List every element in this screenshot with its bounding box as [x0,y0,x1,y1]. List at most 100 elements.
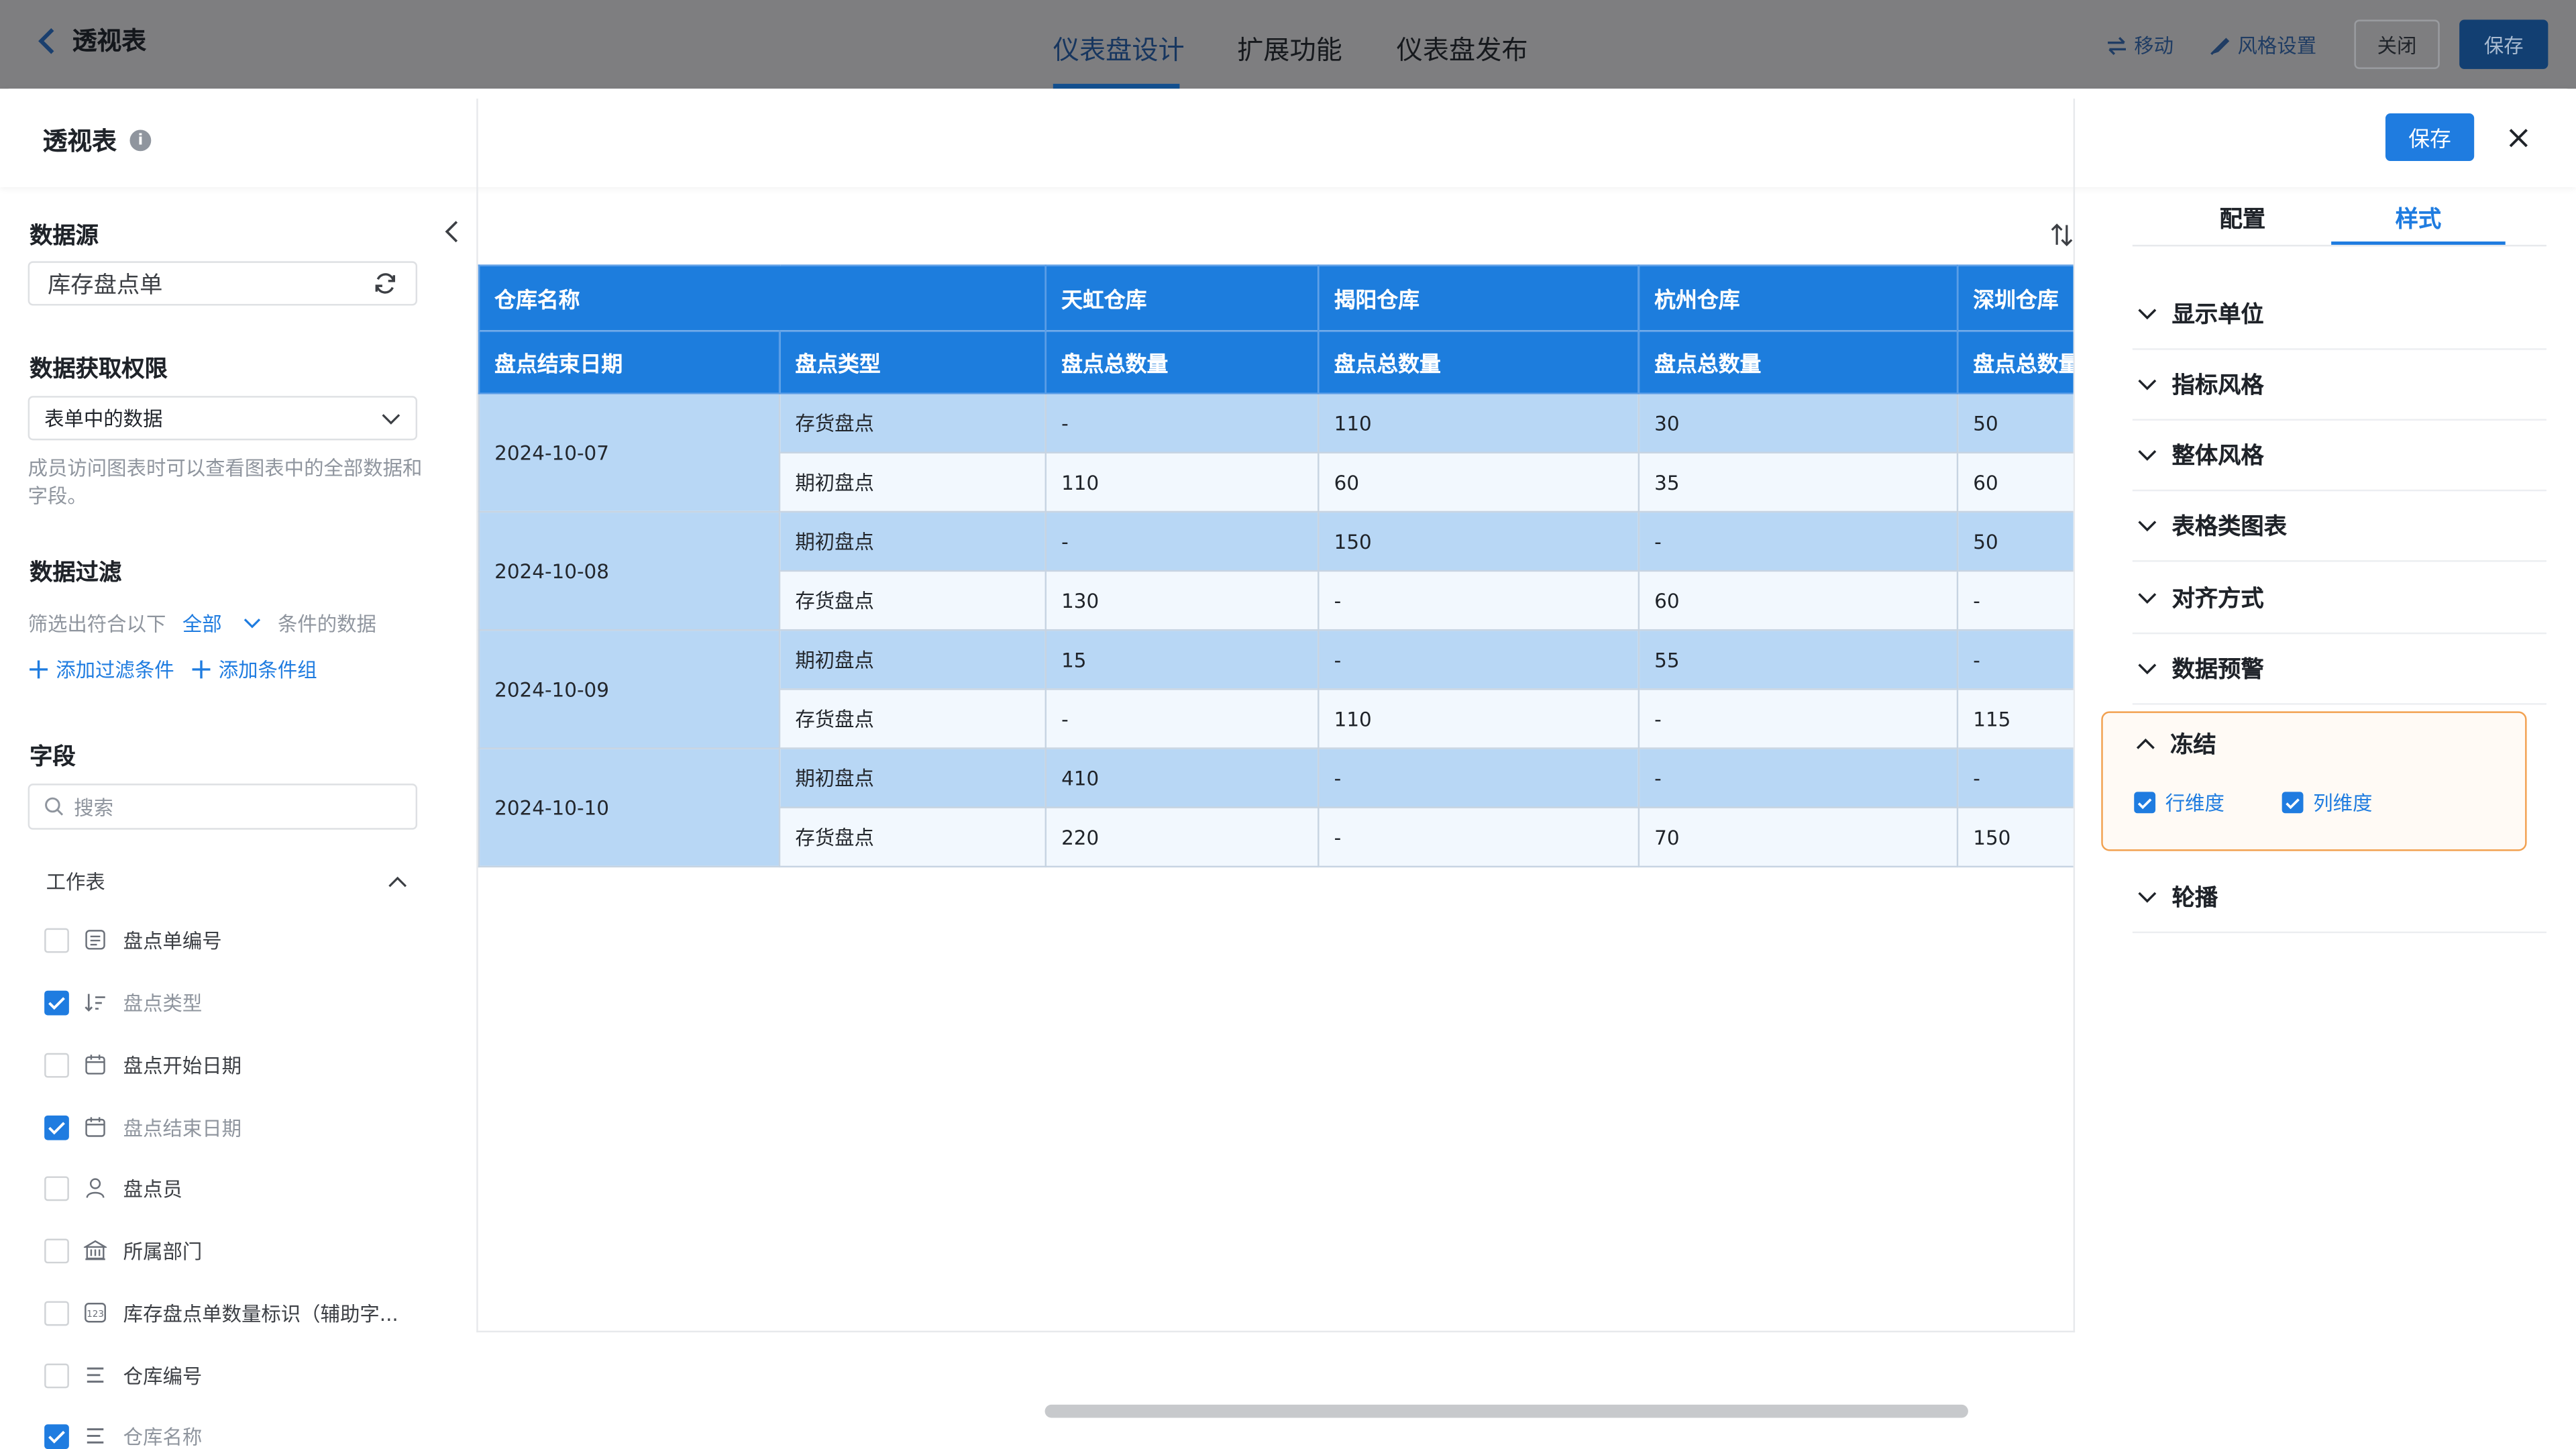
row-dimension-header[interactable]: 盘点类型 [778,330,1047,394]
freeze-header[interactable]: 冻结 [2136,728,2216,761]
horizontal-scrollbar[interactable] [1044,1404,1968,1418]
save-button[interactable]: 保存 [2385,113,2475,162]
field-checkbox[interactable] [44,1362,69,1388]
value-cell: 150 [1956,806,2074,868]
style-settings-button[interactable]: 风格设置 [2210,32,2316,60]
add-filter-row: 添加过滤条件 添加条件组 [28,655,317,684]
save-dashboard-button[interactable]: 保存 [2459,19,2548,69]
section-display-unit[interactable]: 显示单位 [2132,279,2546,350]
field-item[interactable]: 盘点类型 [44,987,202,1017]
chevron-down-icon [2138,450,2157,461]
field-item[interactable]: 仓库编号 [44,1360,202,1390]
close-icon[interactable] [2502,121,2535,154]
field-checkbox[interactable] [44,1238,69,1263]
field-item[interactable]: 所属部门 [44,1236,202,1265]
permission-value: 表单中的数据 [44,407,163,431]
fields-title: 字段 [30,744,76,771]
field-label: 仓库名称 [123,1425,203,1448]
value-cell: - [1638,747,1959,808]
value-cell: - [1318,747,1640,808]
value-cell: 130 [1044,570,1320,631]
date-cell: 2024-10-10 [478,747,781,868]
check-icon [48,1430,65,1443]
datasource-select[interactable]: 库存盘点单 [28,261,418,306]
lines-icon [84,1424,107,1447]
active-tab-indicator [1053,83,1180,89]
top-navigation-bar: 透视表 仪表盘设计 扩展功能 仪表盘发布 移动 风格设置 关闭 保存 [0,0,2576,89]
tab-extensions[interactable]: 扩展功能 [1237,28,1342,68]
field-checkbox[interactable] [44,927,69,953]
chevron-down-icon [2138,663,2157,675]
measure-header[interactable]: 盘点总数量 [1638,330,1959,394]
freeze-column-checkbox[interactable] [2282,792,2304,814]
field-checkbox[interactable] [44,1052,69,1077]
type-cell: 存货盘点 [778,392,1047,453]
field-search-input[interactable]: 搜索 [28,784,418,830]
swap-sort-icon[interactable] [2049,220,2075,250]
filter-mode-select[interactable]: 全部 [182,610,222,638]
field-checkbox-checked[interactable] [44,1114,69,1140]
add-filter-button[interactable]: 添加过滤条件 [28,655,174,684]
tab-dashboard-design[interactable]: 仪表盘设计 [1053,28,1185,68]
worksheet-group-header[interactable]: 工作表 [46,867,408,896]
user-icon [84,1176,107,1199]
field-checkbox-checked[interactable] [44,989,69,1015]
field-item[interactable]: 盘点开始日期 [44,1050,241,1079]
field-checkbox[interactable] [44,1175,69,1200]
section-table-chart[interactable]: 表格类图表 [2132,491,2546,562]
app-root: 透视表 仪表盘设计 扩展功能 仪表盘发布 移动 风格设置 关闭 保存 透视表 i… [0,0,2576,1449]
move-button[interactable]: 移动 [2106,32,2174,60]
row-dimension-header[interactable]: 盘点结束日期 [478,330,781,394]
datasource-title: 数据源 [30,223,99,250]
freeze-column-option[interactable]: 列维度 [2282,789,2372,817]
freeze-row-option[interactable]: 行维度 [2134,789,2224,817]
plus-icon [192,660,211,679]
field-checkbox-checked[interactable] [44,1424,69,1448]
measure-header[interactable]: 盘点总数量 [1044,330,1320,394]
back-label: 透视表 [72,26,146,56]
section-data-alert[interactable]: 数据预警 [2132,634,2546,705]
back-button[interactable]: 透视表 [36,23,146,57]
warehouse-header[interactable]: 天虹仓库 [1044,264,1320,332]
refresh-icon[interactable] [373,271,398,296]
value-cell: 115 [1956,688,2074,749]
field-label: 所属部门 [123,1239,203,1263]
tab-dashboard-publish[interactable]: 仪表盘发布 [1397,28,1528,68]
type-cell: 存货盘点 [778,570,1047,631]
tab-style[interactable]: 样式 [2396,202,2442,235]
chevron-down-icon[interactable] [244,618,262,629]
section-alignment[interactable]: 对齐方式 [2132,564,2546,635]
warehouse-header[interactable]: 揭阳仓库 [1318,264,1640,332]
field-item[interactable]: 仓库名称 [44,1421,202,1449]
value-cell: - [1044,688,1320,749]
pivot-table: 仓库名称 天虹仓库 揭阳仓库 杭州仓库 深圳仓库 盘点结束日期 盘点类型 盘点总… [478,264,2074,869]
close-dashboard-button[interactable]: 关闭 [2354,19,2440,69]
section-carousel[interactable]: 轮播 [2132,863,2546,934]
warehouse-header[interactable]: 深圳仓库 [1956,264,2074,332]
freeze-row-checkbox[interactable] [2134,792,2156,814]
tab-config[interactable]: 配置 [2220,202,2266,235]
chevron-down-icon [2138,309,2157,320]
permission-select[interactable]: 表单中的数据 [28,396,418,441]
measure-header[interactable]: 盘点总数量 [1318,330,1640,394]
field-item[interactable]: 盘点员 [44,1173,182,1203]
field-item[interactable]: 123 库存盘点单数量标识（辅助字... [44,1298,398,1328]
column-dimension-header[interactable]: 仓库名称 [478,264,1047,332]
section-metric-style[interactable]: 指标风格 [2132,350,2546,421]
collapse-panel-icon[interactable] [437,215,466,248]
field-item[interactable]: 盘点单编号 [44,925,222,955]
modal-title-text: 透视表 [42,126,117,156]
field-checkbox[interactable] [44,1300,69,1326]
add-group-label: 添加条件组 [218,659,317,682]
warehouse-header[interactable]: 杭州仓库 [1638,264,1959,332]
section-overall-style[interactable]: 整体风格 [2132,421,2546,492]
calendar-icon [84,1053,107,1076]
info-icon[interactable]: i [129,129,152,152]
sort-list-icon [84,991,107,1014]
permission-hint: 成员访问图表时可以查看图表中的全部数据和字段。 [28,456,423,508]
field-item[interactable]: 盘点结束日期 [44,1112,241,1142]
add-condition-group-button[interactable]: 添加条件组 [191,655,317,684]
value-cell: 220 [1044,806,1320,868]
measure-header[interactable]: 盘点总数量 [1956,330,2074,394]
filter-suffix: 条件的数据 [277,612,376,636]
